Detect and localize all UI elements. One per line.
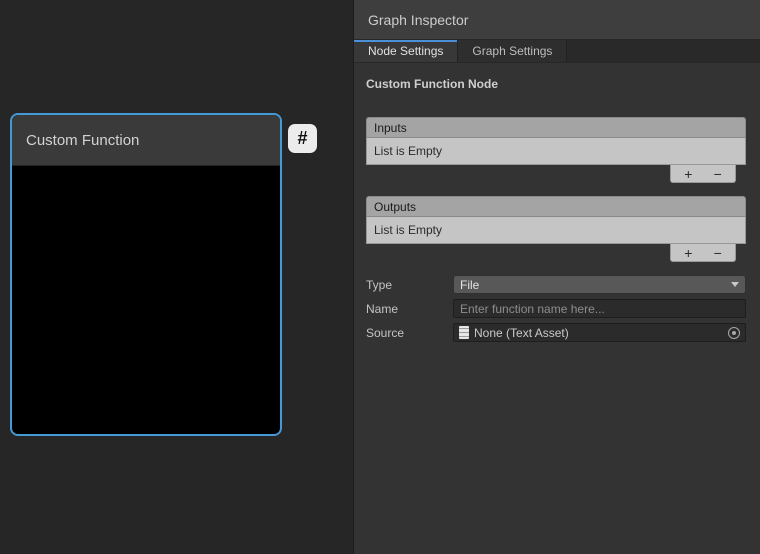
outputs-add-button[interactable]: + [676, 246, 700, 260]
tab-node-settings[interactable]: Node Settings [354, 40, 458, 62]
tab-graph-settings-label: Graph Settings [472, 44, 552, 58]
precision-badge[interactable]: # [288, 124, 317, 153]
source-object-field[interactable]: None (Text Asset) [453, 323, 746, 342]
inputs-list-footer: + − [670, 165, 736, 183]
type-dropdown-value: File [460, 278, 731, 292]
source-field-row: Source None (Text Asset) [366, 323, 746, 342]
outputs-list-title: Outputs [374, 200, 416, 214]
outputs-list-footer: + − [670, 244, 736, 262]
object-picker-icon[interactable] [728, 327, 740, 339]
name-field-row: Name [366, 299, 746, 318]
inputs-list-footer-row: + − [366, 165, 746, 183]
inputs-list-header: Inputs [366, 117, 746, 138]
inputs-remove-button[interactable]: − [706, 167, 730, 181]
inspector-title: Graph Inspector [368, 12, 468, 28]
source-label: Source [366, 326, 453, 340]
hash-icon: # [297, 128, 307, 149]
outputs-list: Outputs List is Empty + − [366, 196, 746, 262]
outputs-list-footer-row: + − [366, 244, 746, 262]
node-title: Custom Function [26, 132, 139, 149]
tab-node-settings-label: Node Settings [368, 44, 443, 58]
tab-graph-settings[interactable]: Graph Settings [458, 40, 567, 62]
inspector-content: Custom Function Node Inputs List is Empt… [354, 63, 760, 342]
type-dropdown[interactable]: File [453, 275, 746, 294]
inspector-header: Graph Inspector [354, 0, 760, 40]
outputs-list-header: Outputs [366, 196, 746, 217]
outputs-remove-button[interactable]: − [706, 246, 730, 260]
inputs-empty-label: List is Empty [374, 144, 442, 158]
chevron-down-icon [731, 282, 739, 287]
inputs-add-button[interactable]: + [676, 167, 700, 181]
text-asset-icon [459, 326, 469, 339]
name-label: Name [366, 302, 453, 316]
source-object-value: None (Text Asset) [474, 326, 728, 340]
section-title: Custom Function Node [366, 77, 746, 91]
inputs-list: Inputs List is Empty + − [366, 117, 746, 183]
inspector-tab-bar: Node Settings Graph Settings [354, 40, 760, 63]
function-name-input[interactable] [453, 299, 746, 318]
inputs-list-title: Inputs [374, 121, 407, 135]
type-field-row: Type File [366, 275, 746, 294]
type-label: Type [366, 278, 453, 292]
custom-function-node[interactable]: Custom Function [10, 113, 282, 436]
outputs-empty-label: List is Empty [374, 223, 442, 237]
inputs-list-empty: List is Empty [366, 138, 746, 165]
graph-inspector-panel: Graph Inspector Node Settings Graph Sett… [353, 0, 760, 554]
outputs-list-empty: List is Empty [366, 217, 746, 244]
node-header[interactable]: Custom Function [12, 115, 280, 166]
